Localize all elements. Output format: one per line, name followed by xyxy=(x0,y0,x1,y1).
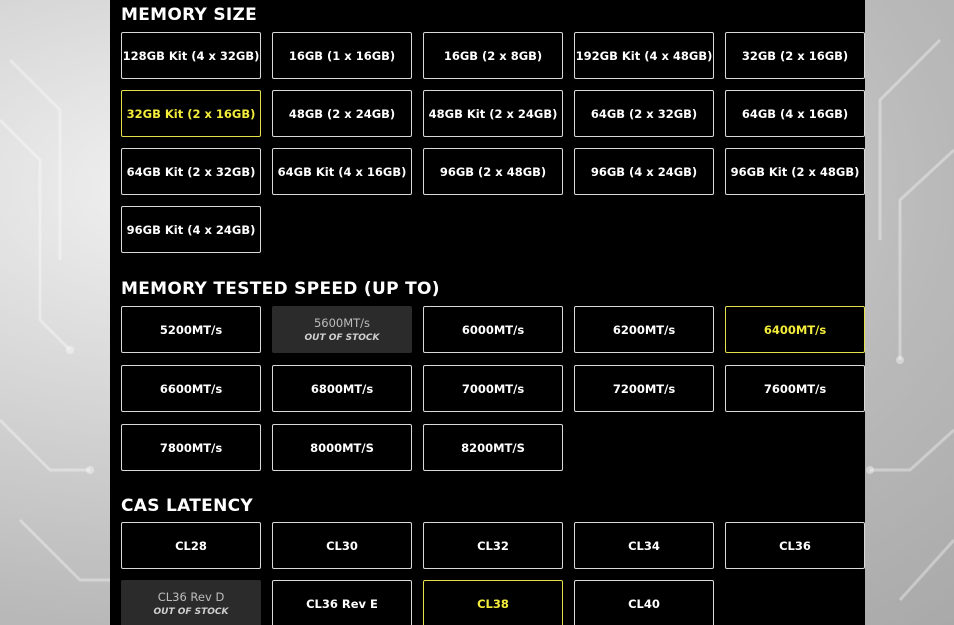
option-label: CL28 xyxy=(175,538,207,553)
config-panel: MEMORY SIZE 128GB Kit (4 x 32GB) 16GB (1 … xyxy=(110,0,865,625)
speed-option[interactable]: 5200MT/s xyxy=(121,306,261,353)
option-label: 32GB Kit (2 x 16GB) xyxy=(126,106,256,121)
cas-option[interactable]: CL30 xyxy=(272,522,412,569)
speed-option[interactable]: 5600MT/s OUT OF STOCK xyxy=(272,306,412,353)
memory-size-option[interactable]: 48GB Kit (2 x 24GB) xyxy=(423,90,563,137)
cas-option[interactable]: CL28 xyxy=(121,522,261,569)
speed-option[interactable]: 7800MT/s xyxy=(121,424,261,471)
option-label: 16GB (1 x 16GB) xyxy=(288,48,396,63)
section-title-cas-latency: CAS LATENCY xyxy=(121,496,253,516)
speed-option[interactable]: 6400MT/s xyxy=(725,306,865,353)
option-label: CL36 xyxy=(779,538,811,553)
memory-size-option[interactable]: 128GB Kit (4 x 32GB) xyxy=(121,32,261,79)
memory-size-option[interactable]: 32GB (2 x 16GB) xyxy=(725,32,865,79)
option-label: 192GB Kit (4 x 48GB) xyxy=(575,48,713,63)
section-title-speed: MEMORY TESTED SPEED (UP TO) xyxy=(121,279,440,299)
memory-size-option[interactable]: 64GB (2 x 32GB) xyxy=(574,90,714,137)
speed-option[interactable]: 7600MT/s xyxy=(725,365,865,412)
speed-option[interactable]: 6600MT/s xyxy=(121,365,261,412)
option-label: 6400MT/s xyxy=(763,322,827,337)
cas-option[interactable]: CL36 xyxy=(725,522,865,569)
option-label: CL34 xyxy=(628,538,660,553)
speed-option[interactable]: 7200MT/s xyxy=(574,365,714,412)
option-label: CL32 xyxy=(477,538,509,553)
out-of-stock-note: OUT OF STOCK xyxy=(304,333,380,343)
speed-option[interactable]: 8200MT/S xyxy=(423,424,563,471)
memory-size-option[interactable]: 64GB Kit (2 x 32GB) xyxy=(121,148,261,195)
option-label: 6200MT/s xyxy=(612,322,676,337)
cas-option[interactable]: CL34 xyxy=(574,522,714,569)
option-label: CL30 xyxy=(326,538,358,553)
option-label: 6000MT/s xyxy=(461,322,525,337)
memory-size-option[interactable]: 96GB (2 x 48GB) xyxy=(423,148,563,195)
option-label: 128GB Kit (4 x 32GB) xyxy=(122,48,260,63)
memory-size-option[interactable]: 64GB Kit (4 x 16GB) xyxy=(272,148,412,195)
option-label: 48GB Kit (2 x 24GB) xyxy=(428,106,558,121)
option-label: 96GB Kit (4 x 24GB) xyxy=(126,222,256,237)
memory-size-option[interactable]: 48GB (2 x 24GB) xyxy=(272,90,412,137)
option-label: 96GB Kit (2 x 48GB) xyxy=(730,164,860,179)
speed-option[interactable]: 6000MT/s xyxy=(423,306,563,353)
option-label: 16GB (2 x 8GB) xyxy=(443,48,543,63)
memory-size-option[interactable]: 96GB Kit (2 x 48GB) xyxy=(725,148,865,195)
option-label: 7600MT/s xyxy=(763,381,827,396)
speed-option[interactable]: 6800MT/s xyxy=(272,365,412,412)
option-label: 48GB (2 x 24GB) xyxy=(288,106,396,121)
cas-option[interactable]: CL38 xyxy=(423,580,563,625)
cas-option[interactable]: CL40 xyxy=(574,580,714,625)
option-label: 7800MT/s xyxy=(159,440,223,455)
speed-option[interactable]: 6200MT/s xyxy=(574,306,714,353)
option-label: 8000MT/S xyxy=(310,440,374,455)
option-label: 32GB (2 x 16GB) xyxy=(741,48,849,63)
cas-option[interactable]: CL36 Rev E xyxy=(272,580,412,625)
memory-size-option[interactable]: 96GB Kit (4 x 24GB) xyxy=(121,206,261,253)
cas-option[interactable]: CL36 Rev D OUT OF STOCK xyxy=(121,580,261,625)
option-label: 7000MT/s xyxy=(461,381,525,396)
option-label: CL36 Rev E xyxy=(306,596,378,611)
option-label: CL36 Rev D xyxy=(157,590,225,604)
memory-size-option[interactable]: 32GB Kit (2 x 16GB) xyxy=(121,90,261,137)
memory-size-option[interactable]: 192GB Kit (4 x 48GB) xyxy=(574,32,714,79)
section-title-memory-size: MEMORY SIZE xyxy=(121,5,258,25)
option-label: 64GB Kit (2 x 32GB) xyxy=(126,164,256,179)
option-label: 5600MT/s xyxy=(313,316,371,330)
speed-option[interactable]: 7000MT/s xyxy=(423,365,563,412)
option-label: 6600MT/s xyxy=(159,381,223,396)
option-label: 7200MT/s xyxy=(612,381,676,396)
option-label: 96GB (4 x 24GB) xyxy=(590,164,698,179)
memory-size-option[interactable]: 16GB (2 x 8GB) xyxy=(423,32,563,79)
option-label: 64GB Kit (4 x 16GB) xyxy=(277,164,407,179)
speed-option[interactable]: 8000MT/S xyxy=(272,424,412,471)
option-label: 5200MT/s xyxy=(159,322,223,337)
memory-size-option[interactable]: 64GB (4 x 16GB) xyxy=(725,90,865,137)
option-label: 64GB (4 x 16GB) xyxy=(741,106,849,121)
option-label: CL40 xyxy=(628,596,660,611)
option-label: 64GB (2 x 32GB) xyxy=(590,106,698,121)
option-label: 8200MT/S xyxy=(461,440,525,455)
memory-size-option[interactable]: 96GB (4 x 24GB) xyxy=(574,148,714,195)
option-label: 96GB (2 x 48GB) xyxy=(439,164,547,179)
option-label: 6800MT/s xyxy=(310,381,374,396)
memory-size-option[interactable]: 16GB (1 x 16GB) xyxy=(272,32,412,79)
cas-option[interactable]: CL32 xyxy=(423,522,563,569)
option-label: CL38 xyxy=(477,596,509,611)
out-of-stock-note: OUT OF STOCK xyxy=(153,607,229,617)
